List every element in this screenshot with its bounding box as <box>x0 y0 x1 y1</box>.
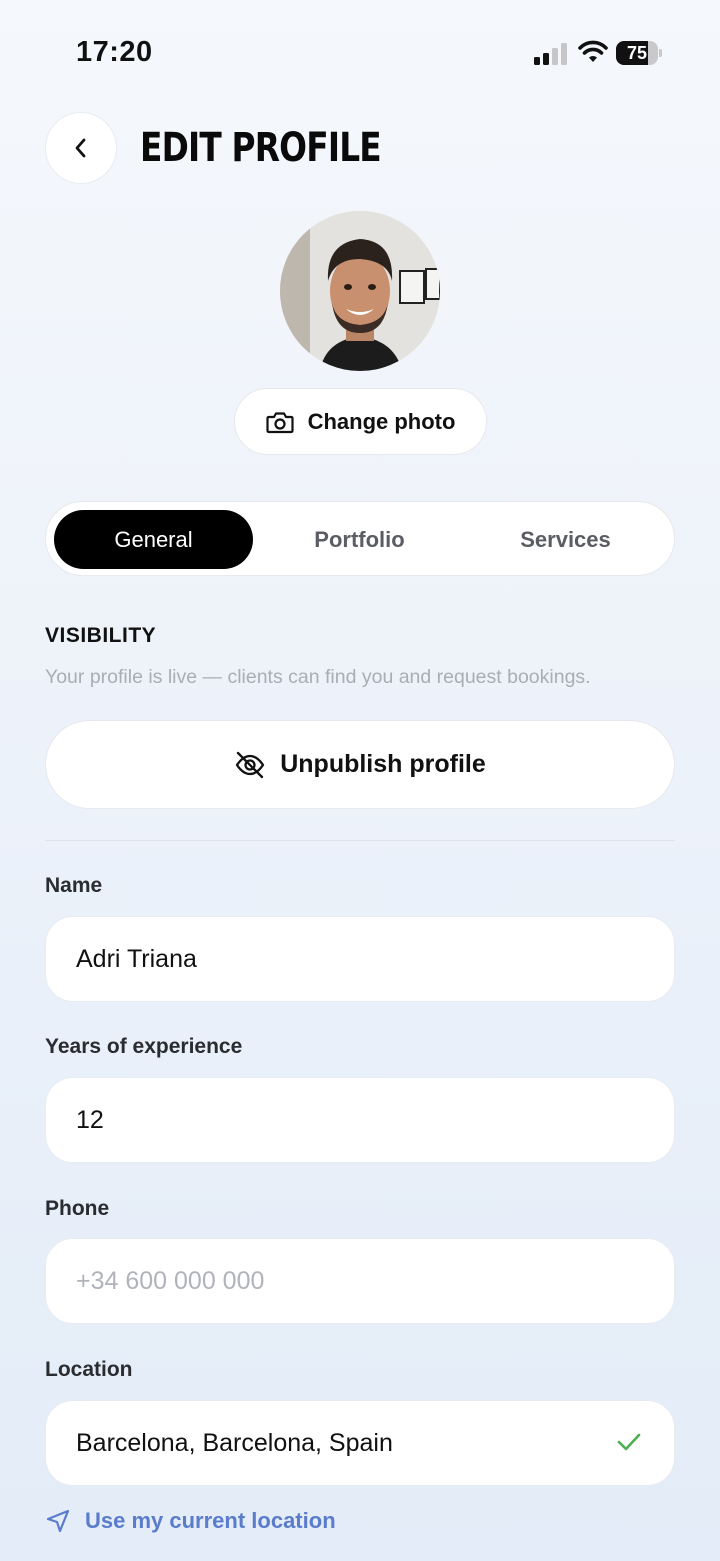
name-field-container <box>45 916 675 1002</box>
divider <box>45 840 675 841</box>
phone-label: Phone <box>45 1197 110 1220</box>
location-label: Location <box>45 1358 133 1381</box>
phone-input[interactable] <box>76 1266 644 1296</box>
use-current-location-link[interactable]: Use my current location <box>45 1508 336 1534</box>
experience-field-container <box>45 1077 675 1163</box>
name-label: Name <box>45 874 103 897</box>
experience-label: Years of experience <box>45 1035 243 1058</box>
unpublish-profile-label: Unpublish profile <box>280 750 486 778</box>
change-photo-label: Change photo <box>307 408 456 434</box>
navigation-arrow-icon <box>46 1509 70 1533</box>
battery-level: 75 <box>626 43 648 63</box>
unpublish-profile-button[interactable]: Unpublish profile <box>45 720 675 809</box>
change-photo-button[interactable]: Change photo <box>234 388 487 455</box>
status-time: 17:20 <box>76 36 153 68</box>
experience-input[interactable] <box>76 1105 644 1135</box>
chevron-left-icon <box>75 138 86 158</box>
back-button[interactable] <box>45 112 117 184</box>
tab-general[interactable]: General <box>54 510 253 569</box>
profile-photo <box>280 211 440 371</box>
wifi-icon <box>578 40 608 62</box>
visibility-description: Your profile is live — clients can find … <box>45 666 591 688</box>
name-input[interactable] <box>76 944 644 974</box>
status-bar: 17:20 75 <box>0 0 720 100</box>
phone-field-container <box>45 1238 675 1324</box>
page-title: EDIT PROFILE <box>140 125 382 171</box>
eye-off-icon <box>236 751 265 778</box>
location-input[interactable] <box>76 1428 596 1458</box>
visibility-heading: VISIBILITY <box>45 624 157 647</box>
check-icon <box>617 1433 641 1451</box>
battery-icon: 75 <box>616 41 662 65</box>
tab-portfolio[interactable]: Portfolio <box>260 510 459 569</box>
use-current-location-label: Use my current location <box>85 1508 336 1533</box>
camera-icon <box>265 411 294 433</box>
avatar[interactable] <box>280 211 440 371</box>
cellular-signal-icon <box>534 43 567 65</box>
tab-bar: General Portfolio Services <box>45 501 675 576</box>
location-field-container <box>45 1400 675 1486</box>
tab-services[interactable]: Services <box>466 510 665 569</box>
